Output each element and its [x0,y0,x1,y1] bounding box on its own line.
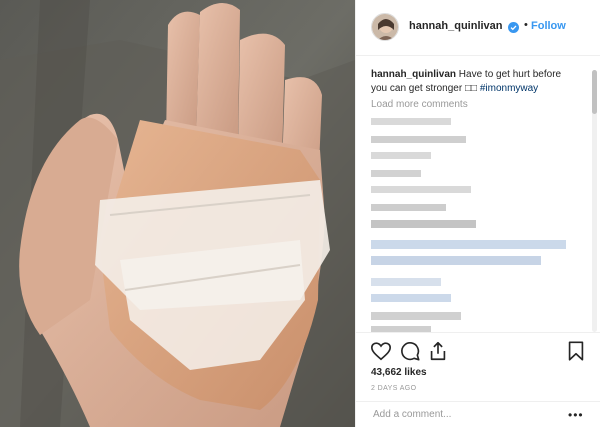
comment-icon[interactable] [399,340,421,362]
comments-section: hannah_quinlivan Have to get hurt before… [356,56,600,332]
caption-hashtag[interactable]: #imonmyway [480,83,538,94]
caption-emoji: □□ [464,83,478,94]
post-photo [0,0,355,427]
blurred-comment [371,186,471,193]
blurred-comment [371,240,566,249]
scrollbar-thumb[interactable] [592,70,597,114]
blurred-comment [371,152,431,159]
share-icon[interactable] [427,340,449,362]
more-options-icon[interactable]: ••• [568,408,584,422]
post-details-panel: hannah_quinlivan • Follow hannah_quinliv… [355,0,600,427]
follow-button[interactable]: Follow [531,20,566,32]
avatar-image [372,14,398,40]
bookmark-icon[interactable] [565,340,587,362]
post-header: hannah_quinlivan • Follow [356,0,600,56]
blurred-comment [371,170,421,177]
blurred-comment [371,294,451,302]
post-actions-bar [356,332,600,372]
blurred-comment [371,136,466,143]
verified-badge-icon [508,20,519,33]
add-comment-input[interactable] [371,408,560,421]
blurred-comment [371,312,461,320]
bandaged-hand-image [0,0,355,427]
blurred-comment [371,204,446,211]
blurred-comment [371,278,441,286]
likes-count[interactable]: 43,662 likes [371,367,427,378]
load-more-comments-button[interactable]: Load more comments [371,99,468,110]
add-comment-bar: ••• [356,401,600,427]
profile-avatar[interactable] [371,13,399,41]
separator-dot: • [524,19,528,31]
blurred-comment [371,118,451,125]
post-username[interactable]: hannah_quinlivan [409,20,503,32]
blurred-comment [371,220,476,228]
post-caption: hannah_quinlivan Have to get hurt before… [371,68,576,96]
instagram-post-view: hannah_quinlivan • Follow hannah_quinliv… [0,0,600,427]
caption-username[interactable]: hannah_quinlivan [371,69,456,80]
heart-icon[interactable] [370,340,392,362]
post-timestamp[interactable]: 2 DAYS AGO [371,385,417,392]
blurred-comment [371,256,541,265]
